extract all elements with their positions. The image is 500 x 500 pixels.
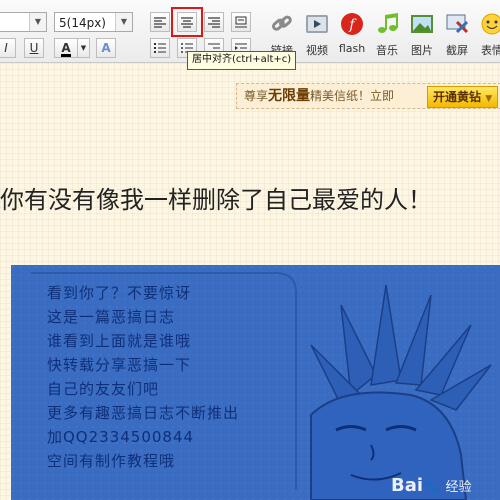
editor-content-area[interactable]: 尊享无限量精美信纸！立即 开通黄钻 ▼ 你有没有像我一样删除了自己最爱的人！ 看… [0, 63, 500, 500]
highlight-color-button[interactable]: A [96, 38, 116, 58]
baidu-jingyan-watermark: Bai🐾 经验 [391, 475, 472, 496]
insert-flash-button[interactable]: f flash [334, 12, 370, 55]
embedded-cartoon-image: 看到你了？不要惊讶 这是一篇恶搞日志 谁看到上面就是谁哦 快转载分享恶搞一下 自… [11, 265, 500, 500]
insert-image-button[interactable]: 图片 [404, 12, 440, 58]
cartoon-text-lines: 看到你了？不要惊讶 这是一篇恶搞日志 谁看到上面就是谁哦 快转载分享恶搞一下 自… [47, 281, 239, 473]
chevron-down-icon: ▼ [29, 13, 46, 31]
cartoon-line: 这是一篇恶搞日志 [47, 308, 176, 326]
underline-button[interactable]: U [24, 38, 44, 58]
align-justify-button[interactable] [231, 12, 251, 32]
italic-button[interactable]: I [0, 38, 16, 58]
font-color-dropdown[interactable]: ▼ [78, 38, 90, 58]
cartoon-line: 自己的友友们吧 [47, 380, 160, 398]
font-size-value: 5(14px) [59, 16, 106, 30]
align-left-icon [154, 17, 166, 28]
insert-emoticon-button[interactable]: 表情 [474, 12, 500, 58]
chevron-down-icon: ▼ [485, 94, 493, 104]
selection-highlight-box [171, 7, 203, 37]
open-yellow-diamond-button[interactable]: 开通黄钻 ▼ [427, 86, 499, 108]
promo-banner: 尊享无限量精美信纸！立即 开通黄钻 ▼ [236, 83, 500, 109]
align-center-tooltip: 居中对齐(ctrl+alt+c) [187, 51, 297, 70]
align-right-button[interactable] [204, 12, 224, 32]
screenshot-icon [445, 12, 469, 36]
cartoon-line: 谁看到上面就是谁哦 [47, 332, 192, 350]
insert-video-button[interactable]: 视频 [299, 12, 335, 58]
font-name-select[interactable]: ▼ [0, 12, 47, 32]
cartoon-line: 加QQ2334500844 [47, 428, 195, 446]
cartoon-line: 快转载分享恶搞一下 [47, 356, 192, 374]
link-icon [270, 12, 294, 36]
music-note-icon [375, 12, 399, 36]
ordered-list-icon [154, 43, 166, 53]
emoticon-icon [480, 12, 500, 36]
chevron-down-icon: ▼ [80, 44, 87, 52]
ordered-list-button[interactable] [150, 38, 170, 58]
align-left-button[interactable] [150, 12, 170, 32]
cartoon-line: 看到你了？不要惊讶 [47, 284, 192, 302]
image-icon [410, 12, 434, 36]
paw-icon: 🐾 [423, 480, 440, 495]
video-icon [305, 12, 329, 36]
post-title-text: 你有没有像我一样删除了自己最爱的人！ [0, 186, 432, 214]
flash-icon: f [340, 12, 364, 36]
align-justify-icon [235, 16, 247, 28]
chevron-down-icon: ▼ [115, 13, 132, 31]
font-size-select[interactable]: 5(14px) ▼ [54, 12, 133, 32]
font-color-button[interactable]: A [54, 38, 78, 58]
cartoon-line: 更多有趣恶搞日志不断推出 [47, 404, 240, 422]
cartoon-line: 空间有制作教程哦 [47, 452, 176, 470]
insert-music-button[interactable]: 音乐 [369, 12, 405, 58]
screenshot-button[interactable]: 截屏 [439, 12, 475, 58]
align-right-icon [208, 17, 220, 28]
